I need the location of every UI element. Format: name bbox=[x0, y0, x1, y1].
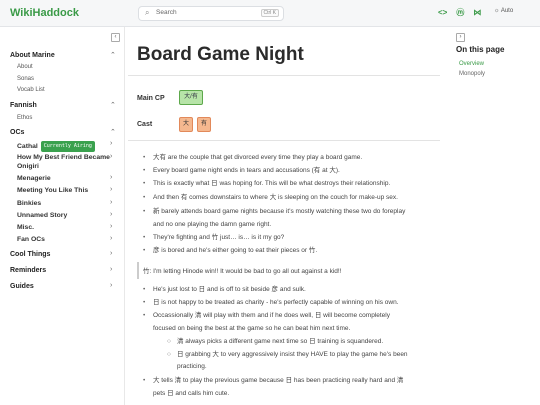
sidebar-item-meeting-you[interactable]: Meeting You Like This bbox=[17, 187, 88, 196]
sidebar-section-ocs[interactable]: OCs bbox=[10, 129, 24, 136]
sidebar-item-fan-ocs[interactable]: Fan OCs bbox=[17, 236, 45, 245]
chevron-right-icon[interactable]: › bbox=[110, 174, 112, 181]
sidebar-section-fannish[interactable]: Fannish bbox=[10, 102, 37, 109]
sub-list-item-continued: practicing. bbox=[177, 363, 207, 370]
sidebar-item-cathal[interactable]: Cathal Currently Airing bbox=[17, 141, 95, 152]
page-title: Board Game Night bbox=[137, 44, 304, 65]
chevron-up-icon[interactable]: ⌃ bbox=[110, 128, 116, 136]
list-item: • 新 barely attends board game nights beca… bbox=[143, 208, 406, 215]
list-item: • 大有 are the couple that get divorced eve… bbox=[143, 154, 363, 161]
sub-list-item: ○ 清 always picks a different game next ti… bbox=[167, 338, 384, 345]
blockquote-text: 竹: I'm letting Hinode win!! It would be … bbox=[143, 268, 342, 275]
list-item-continued: and no one playing the damn game right. bbox=[153, 221, 272, 228]
chevron-left-icon: ‹ bbox=[114, 34, 117, 40]
search-placeholder: Search bbox=[156, 9, 177, 16]
chevron-right-icon[interactable]: › bbox=[110, 140, 112, 147]
sidebar-item-menagerie[interactable]: Menagerie bbox=[17, 175, 51, 184]
list-item: • 彦 is bored and he's either going to eat… bbox=[143, 247, 318, 254]
chevron-right-icon[interactable]: › bbox=[110, 266, 112, 273]
sidebar-section-cool-things[interactable]: Cool Things bbox=[10, 251, 50, 258]
cast-chip[interactable]: 有 bbox=[197, 117, 211, 132]
toc-title: On this page bbox=[456, 45, 505, 54]
list-item: • He's just lost to 日 and is off to sit b… bbox=[143, 286, 306, 293]
chevron-up-icon[interactable]: ⌃ bbox=[110, 101, 116, 109]
chevron-right-icon[interactable]: › bbox=[110, 235, 112, 242]
chevron-right-icon[interactable]: › bbox=[110, 186, 112, 193]
chevron-right-icon: › bbox=[459, 34, 462, 40]
sidebar-item-unnamed-story[interactable]: Unnamed Story bbox=[17, 212, 67, 221]
list-item: • 大 tells 清 to play the previous game bec… bbox=[143, 377, 404, 384]
list-item: • 日 is not happy to be treated as charity… bbox=[143, 299, 399, 306]
chevron-up-icon[interactable]: ⌃ bbox=[110, 51, 116, 59]
toc-collapse-button[interactable]: › bbox=[456, 33, 465, 42]
top-bar: WikiHaddock ⌕ Search Ctrl K <> ⓜ ⋈ ☼ Aut… bbox=[0, 0, 540, 27]
search-shortcut: Ctrl K bbox=[260, 9, 279, 17]
theme-label: Auto bbox=[500, 8, 514, 14]
sidebar-item-label: Cathal bbox=[17, 143, 38, 150]
main-cp-label: Main CP bbox=[137, 95, 165, 102]
sidebar-item-sonas[interactable]: Sonas bbox=[17, 76, 34, 82]
list-item-continued: pets 日 and calls him cute. bbox=[153, 390, 230, 397]
code-icon[interactable]: <> bbox=[438, 8, 447, 18]
search-input[interactable]: ⌕ Search Ctrl K bbox=[138, 6, 284, 21]
sidebar-item-vocab-list[interactable]: Vocab List bbox=[17, 87, 45, 93]
sidebar-item-onigiri[interactable]: How My Best Friend Became Onigiri bbox=[17, 154, 112, 171]
sidebar-item-ethos[interactable]: Ethos bbox=[17, 115, 32, 121]
chevron-right-icon[interactable]: › bbox=[110, 199, 112, 206]
sidebar-section-reminders[interactable]: Reminders bbox=[10, 267, 46, 274]
header-icons: <> ⓜ ⋈ bbox=[438, 8, 481, 18]
theme-toggle[interactable]: ☼ Auto bbox=[494, 8, 513, 14]
sidebar-item-binkies[interactable]: Binkies bbox=[17, 200, 41, 209]
divider bbox=[128, 75, 440, 76]
chevron-right-icon[interactable]: › bbox=[110, 153, 112, 160]
chevron-right-icon[interactable]: › bbox=[110, 282, 112, 289]
main-cp-chip[interactable]: 大/有 bbox=[179, 90, 203, 105]
list-item: • This is exactly what 日 was hoping for. … bbox=[143, 180, 391, 187]
status-badge: Currently Airing bbox=[40, 141, 95, 152]
sidebar-section-about-marine[interactable]: About Marine bbox=[10, 52, 55, 59]
list-item: • Every board game night ends in tears an… bbox=[143, 167, 340, 174]
mastodon-icon[interactable]: ⓜ bbox=[456, 8, 464, 18]
chevron-right-icon[interactable]: › bbox=[110, 211, 112, 218]
chevron-right-icon[interactable]: › bbox=[110, 250, 112, 257]
sidebar: ‹ About Marine ⌃ About Sonas Vocab List … bbox=[0, 27, 125, 405]
cast-label: Cast bbox=[137, 121, 153, 128]
toc-item-monopoly[interactable]: Monopoly bbox=[459, 71, 485, 77]
sub-list-item: ○ 日 grabbing 大 to very aggressively insis… bbox=[167, 351, 408, 358]
cast-chip[interactable]: 大 bbox=[179, 117, 193, 132]
sidebar-item-about[interactable]: About bbox=[17, 64, 33, 70]
sidebar-section-guides[interactable]: Guides bbox=[10, 283, 34, 290]
chevron-right-icon[interactable]: › bbox=[110, 223, 112, 230]
bluesky-icon[interactable]: ⋈ bbox=[473, 8, 481, 18]
toc-item-overview[interactable]: Overview bbox=[459, 61, 484, 67]
sidebar-item-misc[interactable]: Misc. bbox=[17, 224, 34, 233]
blockquote-bar bbox=[137, 262, 139, 279]
search-icon: ⌕ bbox=[145, 8, 150, 17]
site-logo[interactable]: WikiHaddock bbox=[10, 7, 79, 19]
list-item: • And then 有 comes downstairs to where 大 … bbox=[143, 194, 398, 201]
divider bbox=[128, 140, 440, 141]
list-item-continued: focused on being the best at the game so… bbox=[153, 325, 351, 332]
sidebar-collapse-button[interactable]: ‹ bbox=[111, 33, 120, 42]
list-item: • They're fighting and 竹 just… is… is it … bbox=[143, 234, 285, 241]
list-item: • Occassionally 清 will play with them and… bbox=[143, 312, 390, 319]
sun-icon: ☼ bbox=[494, 8, 500, 14]
